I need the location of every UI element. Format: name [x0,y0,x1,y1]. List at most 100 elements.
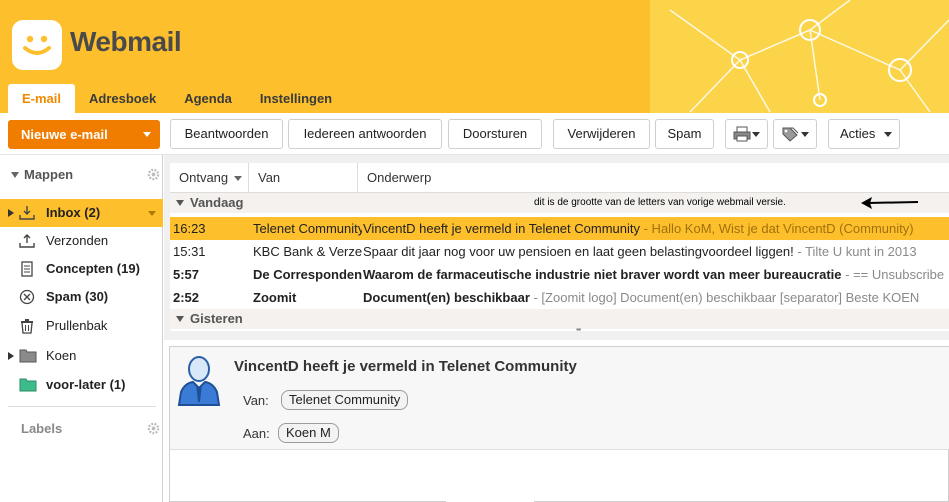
row-subject-text: Document(en) beschikbaar [363,290,530,305]
column-received[interactable]: Ontvang [170,163,249,193]
folder-icon [19,378,37,392]
spam-button[interactable]: Spam [655,119,714,149]
sidebar-item-spam[interactable]: Spam (30) [0,283,163,311]
preview-to-label: Aan: [243,426,270,441]
header-decoration [650,0,949,113]
row-subject: Document(en) beschikbaar - [Zoomit logo]… [363,286,949,309]
sidebar-item-sent[interactable]: Verzonden [0,227,163,255]
group-today[interactable]: Vandaag dit is de grootte van de letters… [170,193,949,213]
table-row[interactable]: 16:23 Telenet Community VincentD heeft j… [170,217,949,240]
labels-header[interactable]: Labels [0,414,163,444]
actions-label: Acties [840,126,876,141]
sidebar-item-voor-later[interactable]: voor-later (1) [0,371,163,399]
column-header: Ontvang Van Onderwerp [170,163,949,193]
sidebar-item-label: Koen [46,348,77,363]
chevron-down-icon [801,132,809,137]
column-from[interactable]: Van [249,163,358,193]
row-time: 5:57 [173,267,200,282]
sender-chip[interactable]: Telenet Community [281,390,409,410]
sidebar-item-trash[interactable]: Prullenbak [0,312,163,340]
drafts-icon [21,261,33,277]
group-yesterday[interactable]: Gisteren [170,309,949,329]
labels-header-label: Labels [21,421,63,436]
collapse-triangle-icon [176,316,184,322]
avatar [177,356,221,406]
spam-icon [19,289,35,305]
sidebar-item-label: Inbox (2) [46,205,101,220]
recipient-chip[interactable]: Koen M [278,423,339,443]
row-preview: - [Zoomit logo] Document(en) beschikbaar… [529,290,920,305]
sidebar-item-drafts[interactable]: Concepten (19) [0,255,163,283]
message-list: Ontvang Van Onderwerp Vandaag dit is de … [170,163,949,331]
resize-grip[interactable]: '''''' [576,327,581,337]
column-received-label: Ontvang [179,170,229,185]
reply-button[interactable]: Beantwoorden [170,119,283,149]
gear-icon[interactable] [147,168,160,181]
row-subject: VincentD heeft je vermeld in Telenet Com… [363,217,949,240]
table-row[interactable]: 15:31 KBC Bank & Verzekering Spaar dit j… [170,240,949,263]
sidebar-item-label: Spam (30) [46,289,109,304]
sidebar-item-koen[interactable]: Koen [0,342,163,370]
row-subject-text: Waarom de farmaceutische industrie niet … [363,267,842,282]
tab-email[interactable]: E-mail [8,84,76,113]
tab-agenda[interactable]: Agenda [170,84,246,113]
collapse-triangle-icon [11,172,19,178]
app-logo-text: Webmail [70,26,182,57]
row-time: 16:23 [173,221,206,236]
folders-header[interactable]: Mappen [0,160,163,190]
row-preview: - Tilte U kunt in 2013 [793,244,917,259]
table-row[interactable]: 2:52 Zoomit Document(en) beschikbaar - [… [170,286,949,309]
chevron-down-icon[interactable] [148,211,156,216]
folder-icon [19,349,37,363]
preview-header: VincentD heeft je vermeld in Telenet Com… [170,347,949,450]
chevron-down-icon [884,132,892,137]
sent-icon [19,234,35,248]
arrow-left-icon [861,197,919,209]
tag-button[interactable] [773,119,817,149]
expand-triangle-icon[interactable] [8,352,14,360]
app-header: Webmail E-mail Adresboek Agenda Instelli… [0,0,949,113]
row-subject-text: Spaar dit jaar nog voor uw pensioen en l… [363,244,794,259]
new-email-button[interactable]: Nieuwe e-mail [8,120,160,149]
message-list-area: Ontvang Van Onderwerp Vandaag dit is de … [164,155,949,340]
delete-button[interactable]: Verwijderen [553,119,650,149]
main-tabs: E-mail Adresboek Agenda Instellingen [8,84,346,113]
sidebar-divider [8,406,156,407]
printer-icon [733,126,751,142]
folders-header-label: Mappen [24,167,74,182]
sidebar-item-label: Prullenbak [46,318,108,333]
gear-icon[interactable] [147,422,160,435]
preview-body [446,455,534,502]
tag-icon [782,127,799,142]
tab-settings[interactable]: Instellingen [246,84,346,113]
telenet-logo-icon [12,20,62,70]
group-today-label: Vandaag [190,195,244,210]
row-from: Zoomit [253,290,297,305]
row-from: Telenet Community [253,221,362,236]
sidebar-item-label: Concepten (19) [46,261,140,276]
reply-all-button[interactable]: Iedereen antwoorden [288,119,442,149]
group-yesterday-label: Gisteren [190,311,243,326]
sidebar-item-inbox[interactable]: Inbox (2) [0,199,163,227]
sidebar-item-label: Verzonden [46,233,109,248]
preview-from-label: Van: [243,393,269,408]
preview-pane: VincentD heeft je vermeld in Telenet Com… [169,346,949,502]
move-button[interactable] [725,119,768,149]
toolbar: Nieuwe e-mail Beantwoorden Iedereen antw… [0,113,949,155]
actions-button[interactable]: Acties [828,119,900,149]
expand-triangle-icon[interactable] [8,209,14,217]
column-subject[interactable]: Onderwerp [358,163,949,193]
tab-addressbook[interactable]: Adresboek [75,84,170,113]
chevron-down-icon [752,132,760,137]
chevron-down-icon [143,132,151,137]
inbox-icon [19,206,35,220]
table-row[interactable]: 5:57 De Correspondent Waarom de farmaceu… [170,263,949,286]
row-subject-text: VincentD heeft je vermeld in Telenet Com… [363,221,640,236]
row-preview: - == Unsubscribe [841,267,945,282]
row-from: De Correspondent [253,267,362,282]
row-time: 15:31 [173,244,206,259]
collapse-triangle-icon [176,200,184,206]
new-email-label: Nieuwe e-mail [21,127,108,142]
row-preview: - Hallo KoM, Wist je dat VincentD (Commu… [640,221,914,236]
forward-button[interactable]: Doorsturen [448,119,542,149]
